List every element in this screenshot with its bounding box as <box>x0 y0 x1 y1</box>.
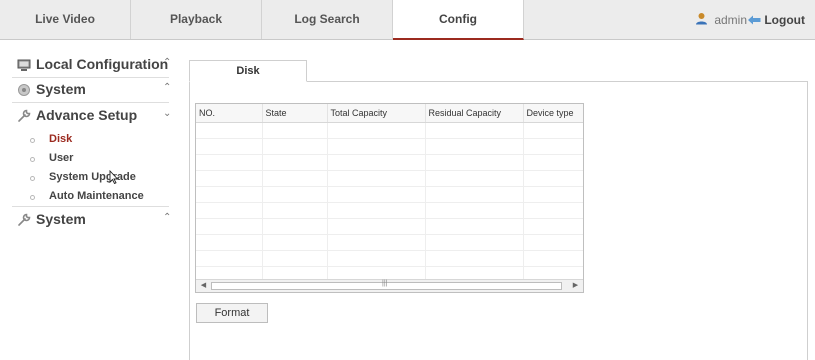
logout-button[interactable]: Logout <box>748 0 805 40</box>
table-row <box>196 250 583 267</box>
nav-tab-config[interactable]: Config <box>393 0 524 40</box>
sidebar-section-advance-setup[interactable]: Advance Setup ⌄ <box>0 104 176 128</box>
disk-table: NO. State Total Capacity Residual Capaci… <box>195 103 584 293</box>
bullet-icon <box>30 176 35 181</box>
sidebar-section-system[interactable]: System ⌃ <box>0 78 176 102</box>
nav-tab-playback[interactable]: Playback <box>131 0 262 39</box>
sidebar-item-label: Disk <box>49 133 73 145</box>
scroll-right-arrow-icon[interactable]: ▶ <box>570 281 581 291</box>
sidebar-section-label: System <box>36 81 86 97</box>
top-navigation-bar: Live Video Playback Log Search Config ad… <box>0 0 815 40</box>
scrollbar-thumb[interactable]: ||| <box>211 280 562 290</box>
column-header-no[interactable]: NO. <box>196 104 263 123</box>
format-button[interactable]: Format <box>196 303 268 323</box>
disk-grid: NO. State Total Capacity Residual Capaci… <box>196 104 583 283</box>
sidebar-section-label: Local Configuration <box>36 56 169 72</box>
horizontal-scrollbar[interactable]: ◀ ||| ▶ <box>196 279 583 292</box>
sidebar-section-local-configuration[interactable]: Local Configuration ⌃ <box>0 53 176 77</box>
sidebar-item-system-upgrade[interactable]: System Upgrade <box>26 170 176 188</box>
user-menu[interactable]: admin <box>695 0 747 40</box>
tab-disk[interactable]: Disk <box>189 60 307 82</box>
chevron-up-icon: ⌃ <box>163 212 172 223</box>
sidebar-item-label: System Upgrade <box>49 171 136 183</box>
mouse-cursor-icon <box>109 170 119 184</box>
chevron-up-icon: ⌃ <box>163 57 172 68</box>
column-header-device-type[interactable]: Device type <box>523 104 583 123</box>
table-row <box>196 202 583 219</box>
sidebar-item-label: Auto Maintenance <box>49 190 144 202</box>
scrollbar-grip-icon: ||| <box>382 280 388 287</box>
wrench-icon <box>17 213 31 227</box>
computer-icon <box>17 58 31 72</box>
table-row <box>196 138 583 155</box>
nav-tab-log-search[interactable]: Log Search <box>262 0 393 39</box>
user-icon <box>695 1 708 41</box>
logout-icon <box>748 1 761 41</box>
username-label: admin <box>714 13 747 27</box>
table-row <box>196 218 583 235</box>
chevron-up-icon: ⌃ <box>163 82 172 93</box>
nav-tab-live-video[interactable]: Live Video <box>0 0 131 39</box>
sidebar-section-label: Advance Setup <box>36 107 138 123</box>
table-row <box>196 186 583 203</box>
sidebar-item-disk[interactable]: Disk <box>26 132 176 150</box>
chevron-down-icon: ⌄ <box>163 108 172 119</box>
sidebar: Local Configuration ⌃ System ⌃ Advance S… <box>0 41 176 360</box>
scroll-left-arrow-icon[interactable]: ◀ <box>198 281 209 291</box>
column-header-total-capacity[interactable]: Total Capacity <box>327 104 426 123</box>
bullet-icon <box>30 138 35 143</box>
bullet-icon <box>30 157 35 162</box>
sidebar-item-label: User <box>49 152 74 164</box>
sidebar-divider <box>12 102 169 103</box>
sidebar-section-label: System <box>36 211 86 227</box>
sidebar-item-user[interactable]: User <box>26 151 176 169</box>
sidebar-item-auto-maintenance[interactable]: Auto Maintenance <box>26 189 176 207</box>
table-row <box>196 170 583 187</box>
table-row <box>196 122 583 139</box>
table-body <box>196 122 583 283</box>
table-header-row: NO. State Total Capacity Residual Capaci… <box>196 104 583 123</box>
table-row <box>196 234 583 251</box>
table-row <box>196 154 583 171</box>
system-icon <box>17 83 31 97</box>
sidebar-divider <box>12 206 169 207</box>
bullet-icon <box>30 195 35 200</box>
column-header-state[interactable]: State <box>262 104 328 123</box>
sidebar-section-system-2[interactable]: System ⌃ <box>0 208 176 232</box>
wrench-icon <box>17 109 31 123</box>
logout-label: Logout <box>764 13 805 27</box>
column-header-residual-capacity[interactable]: Residual Capacity <box>425 104 524 123</box>
